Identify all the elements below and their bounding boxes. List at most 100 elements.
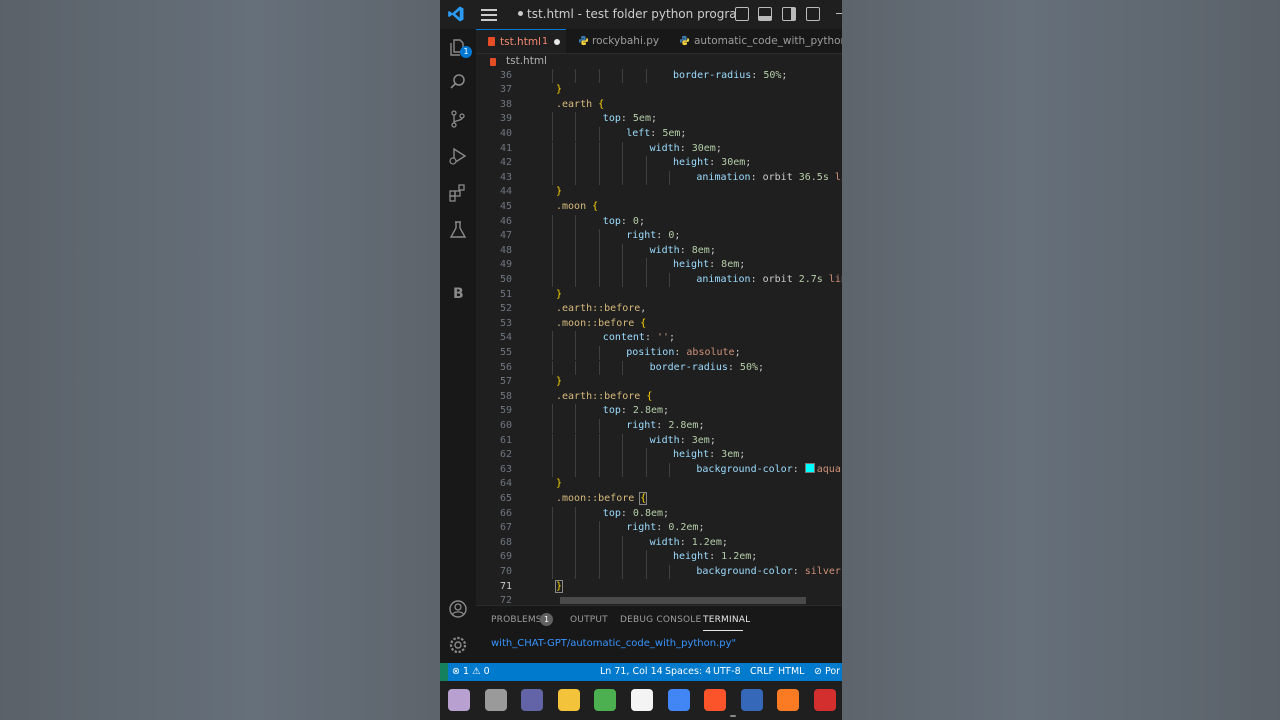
code-token: ,	[640, 303, 647, 315]
status-port[interactable]: ⊘ Por	[814, 663, 840, 681]
status-encoding[interactable]: UTF-8	[713, 663, 741, 681]
code-token: ;	[751, 551, 758, 563]
line-number: 47	[499, 230, 512, 242]
code-token: :	[679, 244, 692, 256]
source-control-icon[interactable]	[448, 109, 468, 129]
indent-guide	[552, 521, 553, 536]
line-number: 37	[499, 84, 512, 96]
code-line: 59 top: 2.8em;	[476, 404, 842, 419]
tab-automatic-code-with-python-py[interactable]: automatic_code_with_python.py	[666, 29, 842, 53]
code-token: height	[673, 449, 710, 461]
code-text: height: 8em;	[673, 258, 745, 273]
powershell-icon[interactable]	[740, 689, 763, 711]
line-number: 64	[499, 478, 512, 490]
toggle-panel-icon[interactable]	[758, 7, 772, 21]
testing-flask-icon[interactable]	[448, 220, 468, 240]
app-red-icon[interactable]	[814, 689, 836, 711]
indent-guide	[669, 170, 670, 186]
code-token: 8em	[721, 259, 740, 271]
active-app-indicator	[730, 715, 736, 717]
indent-guide	[598, 418, 600, 434]
code-token: :	[679, 434, 692, 446]
indent-guide	[552, 170, 553, 186]
search-icon[interactable]	[448, 72, 468, 92]
store-icon[interactable]	[631, 689, 653, 711]
code-token: background-color	[696, 463, 793, 475]
code-token: top	[602, 507, 621, 519]
panel-tab-terminal[interactable]: TERMINAL	[703, 615, 750, 625]
stack-app-icon[interactable]	[594, 689, 617, 711]
extensions-icon[interactable]	[448, 183, 468, 203]
line-number: 53	[499, 317, 512, 329]
settings-gear-icon[interactable]	[448, 635, 468, 655]
line-number: 39	[499, 113, 512, 125]
terminal-output[interactable]: with_CHAT-GPT/automatic_code_with_python…	[491, 638, 736, 649]
extension-b-icon[interactable]: B	[453, 286, 464, 302]
indent-guide	[598, 550, 600, 565]
panel-tab-problems[interactable]: PROBLEMS	[491, 615, 542, 625]
code-token: ;	[638, 215, 645, 227]
indent-guide	[598, 141, 600, 157]
activity-bar: 1 B	[440, 29, 477, 663]
accounts-icon[interactable]	[448, 599, 468, 619]
unsaved-indicator	[518, 11, 523, 16]
customize-layout-icon[interactable]	[806, 7, 820, 21]
paint-app-icon[interactable]	[448, 689, 470, 711]
remote-indicator[interactable]	[440, 663, 448, 681]
breadcrumb-file[interactable]: tst.html	[506, 55, 547, 67]
code-token: :	[656, 419, 669, 431]
status-language[interactable]: HTML	[778, 663, 804, 681]
code-token: }	[554, 579, 564, 593]
code-token: 30em	[691, 142, 716, 154]
python-file-icon	[578, 35, 589, 46]
indent-guide	[552, 462, 553, 478]
panel-tab-output[interactable]: OUTPUT	[570, 615, 608, 625]
status-indentation[interactable]: Spaces: 4	[665, 663, 711, 681]
code-token: ;	[745, 157, 752, 169]
code-token: .moon::before	[556, 492, 641, 504]
code-token: ;	[841, 464, 842, 475]
indent-guide	[552, 243, 553, 259]
indent-guide	[669, 462, 670, 478]
indent-guide	[645, 550, 647, 565]
code-text: animation: orbit 36.5s lin	[696, 171, 842, 186]
status-cursor-position[interactable]: Ln 71, Col 14	[600, 663, 663, 681]
line-number: 38	[499, 98, 512, 110]
line-number: 60	[499, 419, 512, 431]
code-token: ;	[680, 127, 687, 139]
task-view-icon[interactable]	[484, 689, 507, 711]
code-line: 51}	[476, 288, 842, 303]
teams-chat-icon[interactable]	[521, 689, 544, 711]
explorer-badge: 1	[460, 46, 472, 58]
code-editor[interactable]: 36 border-radius: 50%; 37} 38 .earth {39 top:…	[476, 68, 842, 605]
panel-tab-debug-console[interactable]: DEBUG CONSOLE	[620, 615, 701, 625]
code-token: absolute	[686, 346, 735, 358]
code-token: background-color	[696, 565, 793, 577]
brave-icon[interactable]	[704, 689, 727, 711]
code-token: ;	[715, 142, 722, 154]
hamburger-menu-icon[interactable]	[480, 7, 498, 23]
code-line: 55 position: absolute;	[476, 345, 842, 361]
chrome-icon[interactable]	[667, 689, 690, 711]
xampp-icon[interactable]	[777, 689, 800, 711]
code-token: }	[556, 478, 563, 490]
code-token: {	[639, 491, 648, 505]
code-token: position	[626, 346, 675, 358]
indent-guide	[575, 258, 577, 273]
status-problems[interactable]: ⊗ 1 ⚠ 0	[452, 663, 490, 681]
indent-guide	[598, 156, 600, 171]
tab-tst-html[interactable]: tst.html 1	[476, 29, 566, 53]
toggle-secondary-sidebar-icon[interactable]	[782, 7, 796, 21]
indent-guide	[598, 345, 600, 361]
horizontal-scrollbar[interactable]	[560, 597, 806, 604]
code-text: .moon::before {	[556, 317, 646, 332]
toggle-sidebar-icon[interactable]	[735, 7, 749, 21]
tab-modified-dot-icon[interactable]	[554, 39, 560, 45]
code-token: right	[626, 522, 657, 534]
run-debug-icon[interactable]	[448, 146, 468, 166]
tab-rockybahi-py[interactable]: rockybahi.py	[566, 29, 666, 53]
status-eol[interactable]: CRLF	[750, 663, 774, 681]
indent-guide	[575, 112, 577, 127]
file-explorer-icon[interactable]	[557, 689, 580, 711]
color-swatch[interactable]	[804, 462, 815, 473]
